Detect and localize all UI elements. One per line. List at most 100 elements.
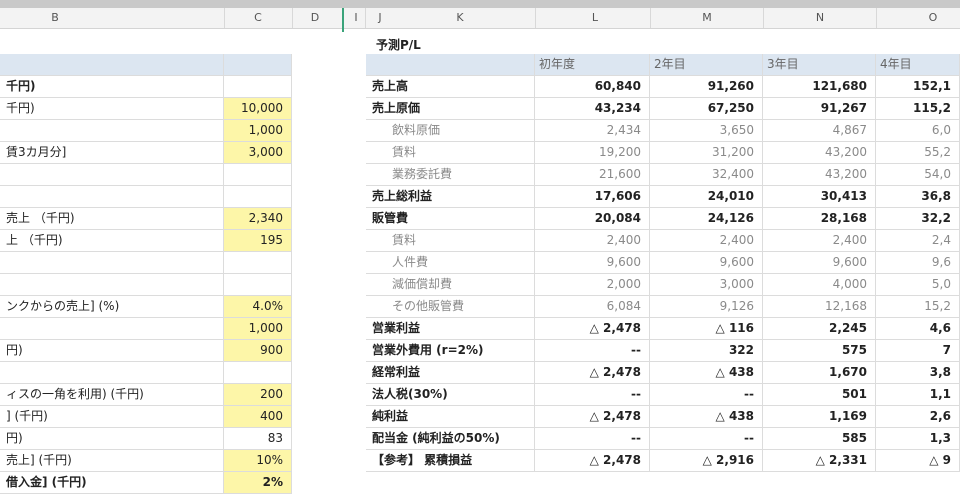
pl-value-cell[interactable]: 322 (650, 340, 763, 362)
pl-value-cell[interactable]: 9,600 (650, 252, 763, 274)
input-value-cell[interactable]: 4.0% (224, 296, 292, 318)
pl-value-cell[interactable]: 32,2 (876, 208, 960, 230)
pl-value-cell[interactable]: 3,650 (650, 120, 763, 142)
pl-value-cell[interactable]: 15,2 (876, 296, 960, 318)
pl-value-cell[interactable]: 501 (763, 384, 876, 406)
pl-value-cell[interactable]: 17,606 (535, 186, 650, 208)
pl-value-cell[interactable]: 4,6 (876, 318, 960, 340)
pl-value-cell[interactable]: 9,126 (650, 296, 763, 318)
input-value-cell[interactable]: 2,340 (224, 208, 292, 230)
input-value-cell[interactable]: 10% (224, 450, 292, 472)
pl-value-cell[interactable]: -- (535, 340, 650, 362)
pl-value-cell[interactable]: △ 438 (650, 406, 763, 428)
pl-value-cell[interactable]: 2,000 (535, 274, 650, 296)
input-value-cell[interactable]: 83 (224, 428, 292, 450)
pl-value-cell[interactable]: 32,400 (650, 164, 763, 186)
input-value-cell[interactable]: 900 (224, 340, 292, 362)
input-value-cell[interactable]: 400 (224, 406, 292, 428)
pl-value-cell[interactable]: △ 438 (650, 362, 763, 384)
input-value-cell[interactable] (224, 362, 292, 384)
col-header-l[interactable]: L (570, 11, 620, 24)
pl-value-cell[interactable]: 55,2 (876, 142, 960, 164)
pl-value-cell[interactable]: △ 2,331 (763, 450, 876, 472)
pl-value-cell[interactable]: 67,250 (650, 98, 763, 120)
input-value-cell[interactable] (224, 164, 292, 186)
input-value-cell[interactable]: 1,000 (224, 318, 292, 340)
pl-year-header[interactable]: 初年度 (535, 54, 650, 76)
pl-value-cell[interactable]: 31,200 (650, 142, 763, 164)
pl-value-cell[interactable]: 30,413 (763, 186, 876, 208)
pl-value-cell[interactable]: 152,1 (876, 76, 960, 98)
pl-value-cell[interactable]: 43,234 (535, 98, 650, 120)
input-value-cell[interactable]: 1,000 (224, 120, 292, 142)
col-header-c[interactable]: C (233, 11, 283, 24)
input-value-cell[interactable] (224, 54, 292, 76)
input-value-cell[interactable]: 10,000 (224, 98, 292, 120)
pl-value-cell[interactable]: 9,600 (535, 252, 650, 274)
pl-value-cell[interactable]: -- (535, 428, 650, 450)
input-value-cell[interactable] (224, 274, 292, 296)
pl-value-cell[interactable]: 9,600 (763, 252, 876, 274)
pl-value-cell[interactable]: 20,084 (535, 208, 650, 230)
pl-year-header[interactable]: 2年目 (650, 54, 763, 76)
pl-value-cell[interactable]: 21,600 (535, 164, 650, 186)
pl-value-cell[interactable]: 2,245 (763, 318, 876, 340)
pl-value-cell[interactable]: △ 2,916 (650, 450, 763, 472)
col-header-j[interactable]: J (368, 11, 392, 24)
pl-value-cell[interactable]: 36,8 (876, 186, 960, 208)
pl-value-cell[interactable]: 3,000 (650, 274, 763, 296)
pl-value-cell[interactable]: 4,867 (763, 120, 876, 142)
pl-value-cell[interactable]: 6,0 (876, 120, 960, 142)
pl-value-cell[interactable]: 43,200 (763, 164, 876, 186)
pl-value-cell[interactable]: 5,0 (876, 274, 960, 296)
pl-value-cell[interactable]: 121,680 (763, 76, 876, 98)
pl-value-cell[interactable]: 60,840 (535, 76, 650, 98)
input-value-cell[interactable]: 3,000 (224, 142, 292, 164)
pl-value-cell[interactable]: 1,670 (763, 362, 876, 384)
pl-value-cell[interactable]: 24,010 (650, 186, 763, 208)
pl-value-cell[interactable]: 19,200 (535, 142, 650, 164)
pl-value-cell[interactable]: 1,169 (763, 406, 876, 428)
col-header-d[interactable]: D (295, 11, 335, 24)
pl-value-cell[interactable]: 9,6 (876, 252, 960, 274)
pl-year-header[interactable]: 3年目 (763, 54, 876, 76)
pl-value-cell[interactable]: 54,0 (876, 164, 960, 186)
pl-value-cell[interactable]: 2,434 (535, 120, 650, 142)
pl-value-cell[interactable]: 575 (763, 340, 876, 362)
pl-value-cell[interactable]: -- (535, 384, 650, 406)
pl-value-cell[interactable]: △ 2,478 (535, 318, 650, 340)
pl-value-cell[interactable]: 2,400 (650, 230, 763, 252)
col-header-n[interactable]: N (795, 11, 845, 24)
pl-value-cell[interactable]: 115,2 (876, 98, 960, 120)
pl-value-cell[interactable]: △ 9 (876, 450, 960, 472)
col-header-b[interactable]: B (30, 11, 80, 24)
pl-value-cell[interactable]: 2,6 (876, 406, 960, 428)
pl-value-cell[interactable]: 585 (763, 428, 876, 450)
pl-value-cell[interactable]: 2,400 (535, 230, 650, 252)
pl-value-cell[interactable]: 28,168 (763, 208, 876, 230)
pl-value-cell[interactable]: 6,084 (535, 296, 650, 318)
col-header-k[interactable]: K (440, 11, 480, 24)
input-value-cell[interactable] (224, 252, 292, 274)
pl-value-cell[interactable]: △ 2,478 (535, 406, 650, 428)
input-value-cell[interactable] (224, 186, 292, 208)
pl-value-cell[interactable]: 12,168 (763, 296, 876, 318)
pl-value-cell[interactable]: △ 116 (650, 318, 763, 340)
pl-value-cell[interactable]: 3,8 (876, 362, 960, 384)
pl-value-cell[interactable]: -- (650, 384, 763, 406)
pl-value-cell[interactable]: -- (650, 428, 763, 450)
input-value-cell[interactable]: 195 (224, 230, 292, 252)
pl-value-cell[interactable]: 2,400 (763, 230, 876, 252)
pl-value-cell[interactable]: 91,260 (650, 76, 763, 98)
pl-value-cell[interactable]: 2,4 (876, 230, 960, 252)
input-value-cell[interactable]: 2% (224, 472, 292, 494)
pl-value-cell[interactable]: △ 2,478 (535, 450, 650, 472)
pl-value-cell[interactable]: 91,267 (763, 98, 876, 120)
col-header-o[interactable]: O (908, 11, 958, 24)
pl-value-cell[interactable]: 24,126 (650, 208, 763, 230)
pl-year-header[interactable]: 4年目 (876, 54, 960, 76)
pl-value-cell[interactable]: 1,1 (876, 384, 960, 406)
pl-value-cell[interactable]: 43,200 (763, 142, 876, 164)
pl-value-cell[interactable]: 1,3 (876, 428, 960, 450)
pl-value-cell[interactable]: 7 (876, 340, 960, 362)
